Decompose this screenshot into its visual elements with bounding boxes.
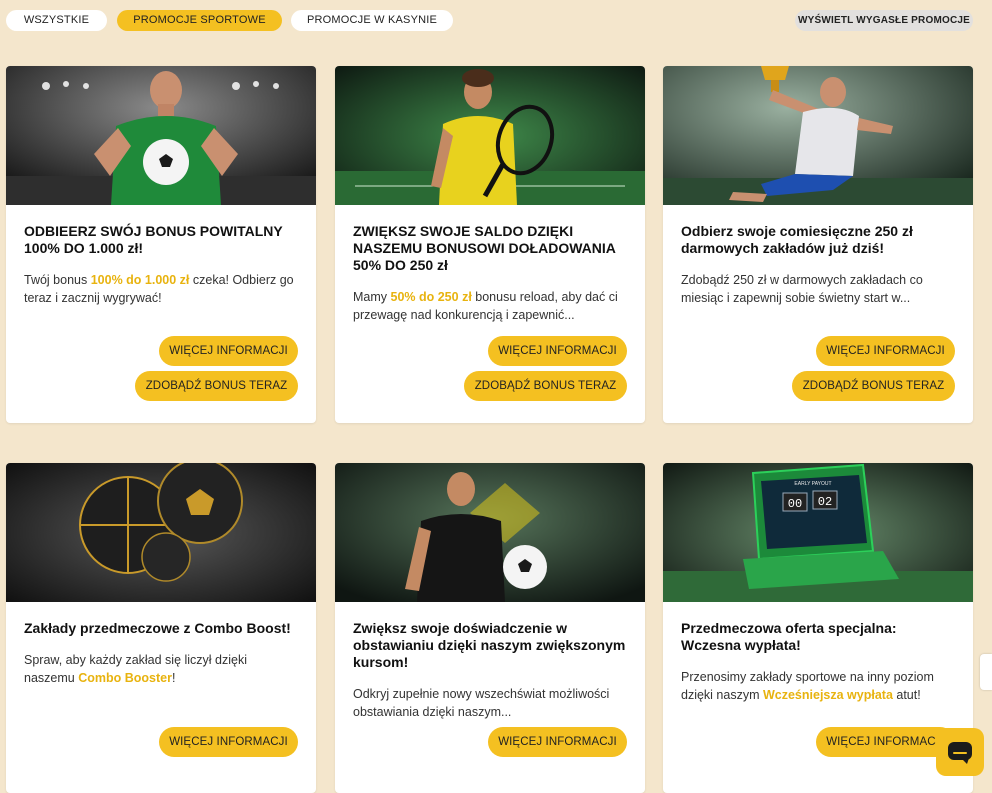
get-bonus-button[interactable]: ZDOBĄDŹ BONUS TERAZ xyxy=(792,371,955,401)
promo-description: Przenosimy zakłady sportowe na inny pozi… xyxy=(681,670,934,702)
more-info-button[interactable]: WIĘCEJ INFORMACJI xyxy=(488,336,627,366)
promo-title: Odbierz swoje comiesięczne 250 zł darmow… xyxy=(681,223,913,256)
promo-card-reload-bonus: ZWIĘKSZ SWOJE SALDO DZIĘKI NASZEMU BONUS… xyxy=(335,66,645,423)
filter-all-tab[interactable]: WSZYSTKIE xyxy=(6,10,107,31)
chat-bubble-icon xyxy=(948,742,972,764)
more-info-button[interactable]: WIĘCEJ INFORMACJI xyxy=(488,727,627,757)
promo-image-sports-balls xyxy=(6,463,316,602)
chat-widget-button[interactable] xyxy=(936,728,984,776)
promo-title: Zwiększ swoje doświadczenie w obstawiani… xyxy=(353,620,626,670)
promo-image-tennis-player xyxy=(335,66,645,205)
promo-card-monthly-free-bets: Odbierz swoje comiesięczne 250 zł darmow… xyxy=(663,66,973,423)
get-bonus-button[interactable]: ZDOBĄDŹ BONUS TERAZ xyxy=(135,371,298,401)
promo-image-celebrating-player xyxy=(335,463,645,602)
promo-card-welcome-bonus: ODBIEERZ SWÓJ BONUS POWITALNY 100% DO 1.… xyxy=(6,66,316,423)
more-info-button[interactable]: WIĘCEJ INFORMACJI xyxy=(816,336,955,366)
more-info-button[interactable]: WIĘCEJ INFORMACJI xyxy=(159,336,298,366)
promo-description: Odkryj zupełnie nowy wszechświat możliwo… xyxy=(353,687,610,719)
promo-image-football-player xyxy=(6,66,316,205)
promo-image-early-payout-laptop: 00 02 EARLY PAYOUT xyxy=(663,463,973,602)
show-expired-button[interactable]: WYŚWIETL WYGASŁE PROMOCJE xyxy=(795,10,973,31)
filter-casino-tab[interactable]: PROMOCJE W KASYNIE xyxy=(291,10,453,31)
more-info-button[interactable]: WIĘCEJ INFORMACJI xyxy=(816,727,955,757)
more-info-button[interactable]: WIĘCEJ INFORMACJI xyxy=(159,727,298,757)
promo-filter-bar: WSZYSTKIE PROMOCJE SPORTOWE PROMOCJE W K… xyxy=(6,10,974,32)
promo-card-combo-boost: Zakłady przedmeczowe z Combo Boost! Spra… xyxy=(6,463,316,793)
filter-sport-tab[interactable]: PROMOCJE SPORTOWE xyxy=(117,10,282,31)
get-bonus-button[interactable]: ZDOBĄDŹ BONUS TERAZ xyxy=(464,371,627,401)
promo-description: Mamy 50% do 250 zł bonusu reload, aby da… xyxy=(353,290,618,322)
promo-description: Twój bonus 100% do 1.000 zł czeka! Odbie… xyxy=(24,273,294,305)
score-away: 02 xyxy=(818,495,832,509)
promo-title: Zakłady przedmeczowe z Combo Boost! xyxy=(24,620,291,636)
promo-description: Spraw, aby każdy zakład się liczył dzięk… xyxy=(24,653,248,685)
promo-title: ZWIĘKSZ SWOJE SALDO DZIĘKI NASZEMU BONUS… xyxy=(353,223,616,273)
score-home: 00 xyxy=(788,497,802,511)
promo-title: ODBIEERZ SWÓJ BONUS POWITALNY 100% DO 1.… xyxy=(24,223,283,256)
feedback-side-tab[interactable] xyxy=(980,654,992,690)
chat-line-icon xyxy=(953,752,967,754)
promo-card-boosted-odds: Zwiększ swoje doświadczenie w obstawiani… xyxy=(335,463,645,793)
promo-card-early-payout: 00 02 EARLY PAYOUT Przedmeczowa oferta s… xyxy=(663,463,973,793)
promo-description: Zdobądź 250 zł w darmowych zakładach co … xyxy=(681,273,923,305)
promo-title: Przedmeczowa oferta specjalna: Wczesna w… xyxy=(681,620,897,653)
scoreboard-header: EARLY PAYOUT xyxy=(794,481,831,487)
promo-image-trophy-winner xyxy=(663,66,973,205)
